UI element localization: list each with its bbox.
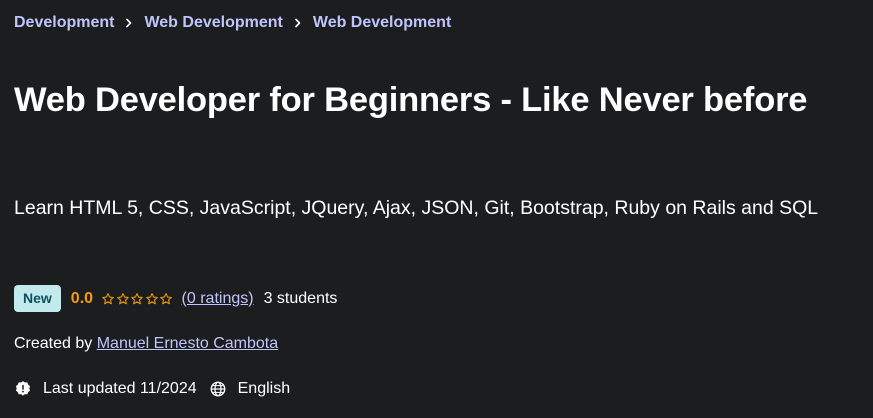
page-title: Web Developer for Beginners - Like Never…: [14, 81, 808, 119]
breadcrumb: Development Web Development Web Developm…: [14, 13, 451, 33]
created-by-label: Created by: [14, 335, 93, 352]
star-outline-icon: [130, 292, 144, 306]
star-outline-icon: [159, 292, 173, 306]
status-badge: New: [14, 285, 61, 312]
ratings-link[interactable]: (0 ratings): [182, 290, 254, 308]
course-meta-row: New 0.0 (0 ratings) 3 students: [14, 285, 337, 312]
last-updated: Last updated 11/2024: [43, 380, 197, 397]
course-info-row: Last updated 11/2024 English: [14, 378, 290, 400]
star-rating: [101, 292, 174, 306]
course-language: English: [237, 380, 291, 397]
chevron-right-icon: [114, 13, 144, 33]
rating-value: 0.0: [70, 289, 94, 307]
star-outline-icon: [116, 292, 130, 306]
chevron-right-icon: [283, 13, 313, 33]
breadcrumb-item-web-development-topic[interactable]: Web Development: [313, 14, 451, 32]
created-by: Created by Manuel Ernesto Cambota: [14, 335, 278, 353]
course-subtitle: Learn HTML 5, CSS, JavaScript, JQuery, A…: [14, 197, 819, 219]
alert-badge-icon: [14, 380, 32, 398]
star-outline-icon: [145, 292, 159, 306]
globe-icon: [209, 380, 227, 398]
student-count: 3 students: [263, 289, 338, 307]
star-outline-icon: [101, 292, 115, 306]
breadcrumb-item-web-development[interactable]: Web Development: [144, 14, 282, 32]
author-link[interactable]: Manuel Ernesto Cambota: [97, 335, 278, 352]
breadcrumb-item-development[interactable]: Development: [14, 14, 114, 32]
